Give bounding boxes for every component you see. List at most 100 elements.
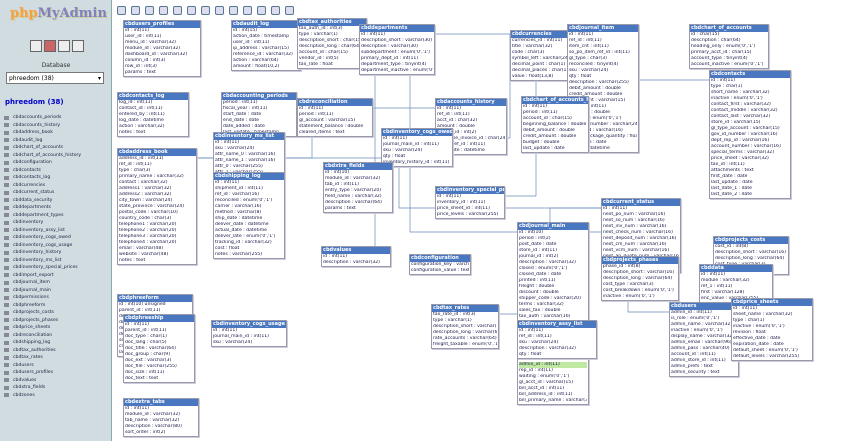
table-box[interactable]: cbdtax_authorities tax_auth_id : int(3) ty… xyxy=(297,18,367,69)
table-box-header[interactable]: cbdusers_profiles xyxy=(124,21,200,28)
docs-icon[interactable] xyxy=(72,40,84,52)
sidebar-table-item[interactable]: cbdaccounts_periods xyxy=(4,114,110,122)
table-icon[interactable] xyxy=(4,153,9,158)
table-box-header[interactable]: cbdaccounting_periods xyxy=(222,93,296,100)
table-box[interactable]: cbdconfiguration configuration_key : varc… xyxy=(409,254,471,275)
table-icon[interactable] xyxy=(4,355,9,360)
table-box-header[interactable]: cbdvalues xyxy=(322,247,390,254)
column-item[interactable]: configuration_value : text xyxy=(411,268,469,274)
column-item[interactable]: admin_security : text xyxy=(671,370,737,376)
table-icon[interactable] xyxy=(4,273,9,278)
table-icon[interactable] xyxy=(4,325,9,330)
table-icon[interactable] xyxy=(4,385,9,390)
column-item[interactable]: sku : varchar(24) xyxy=(213,340,285,346)
column-item[interactable]: amount : float(10,2) xyxy=(233,64,299,70)
column-item[interactable]: freight_taxable : enum('0','1') xyxy=(433,342,497,348)
table-icon[interactable] xyxy=(4,198,9,203)
column-item[interactable]: inventory_history_id : int(11) xyxy=(383,160,451,166)
sidebar-table-item[interactable]: cbdinventory_ms_list xyxy=(4,257,110,265)
save-position-icon[interactable] xyxy=(131,5,140,15)
sidebar-table-item[interactable]: cbddepartments xyxy=(4,204,110,212)
database-select[interactable]: phreedom (38) ▾ xyxy=(6,72,104,84)
sidebar-table-item[interactable]: cbdinventory_cogs_owed xyxy=(4,234,110,242)
table-box[interactable]: cbdinventory_special_pricesid : int(11)i… xyxy=(435,186,505,219)
column-item[interactable]: params : text xyxy=(125,70,199,76)
angular-links-icon[interactable] xyxy=(215,5,224,15)
table-box-header[interactable]: cbdinventory_ms_list xyxy=(214,133,284,140)
table-box-header[interactable]: cbdxtra_fields xyxy=(324,163,392,170)
sidebar-table-item[interactable]: cbdreconciliation xyxy=(4,332,110,340)
table-icon[interactable] xyxy=(4,243,9,248)
table-box[interactable]: cbdreconciliation id : int(11) period : in… xyxy=(297,98,373,137)
table-icon[interactable] xyxy=(4,295,9,300)
sidebar-table-item[interactable]: cbddata_security xyxy=(4,197,110,205)
sidebar-table-item[interactable]: cbdtax_authorities xyxy=(4,347,110,355)
table-icon[interactable] xyxy=(4,370,9,375)
table-box[interactable]: cbdvalues id : int(11) description : varch… xyxy=(321,246,391,267)
reload-icon[interactable] xyxy=(187,5,196,15)
table-box-header[interactable]: cbdcurrent_status xyxy=(602,199,680,206)
create-table-icon[interactable] xyxy=(145,5,154,15)
sidebar-table-item[interactable]: cbdcurrent_status xyxy=(4,189,110,197)
table-icon[interactable] xyxy=(4,168,9,173)
column-item[interactable]: bill_primary_name : varchar(32) xyxy=(519,398,587,404)
table-box-header[interactable]: cbdinventory_special_prices xyxy=(436,187,504,194)
table-icon[interactable] xyxy=(4,235,9,240)
table-icon[interactable] xyxy=(4,340,9,345)
sidebar-table-item[interactable]: cbdchart_of_accounts xyxy=(4,144,110,152)
table-box[interactable]: cbdprojects_phases phase_id : int(8) descr… xyxy=(601,256,679,301)
column-item[interactable]: last_date_2 : date xyxy=(711,192,789,198)
table-box-header[interactable]: cbdchart_of_accounts_history xyxy=(522,97,588,104)
table-icon[interactable] xyxy=(4,348,9,353)
sidebar-table-item[interactable]: cbdimport_export xyxy=(4,272,110,280)
choose-display-field-icon[interactable] xyxy=(173,5,182,15)
sidebar-table-item[interactable]: cbdusers xyxy=(4,362,110,370)
sidebar-table-item[interactable]: cbdprice_sheets xyxy=(4,324,110,332)
column-item[interactable]: price_levels : varchar(255) xyxy=(437,212,503,218)
build-query-icon[interactable] xyxy=(285,5,294,15)
sidebar-table-item[interactable]: cbdxtra_fields xyxy=(4,384,110,392)
column-item[interactable]: default_levels : varchar(255) xyxy=(733,354,811,360)
table-box[interactable]: cbdaccounting_periods period : int(11) fis… xyxy=(221,92,297,137)
column-item[interactable]: sort_order : int(2) xyxy=(125,430,197,436)
table-box-header[interactable]: cbdtax_authorities xyxy=(298,19,366,26)
table-box[interactable]: cbdjournal_main id : int(10) period : int(… xyxy=(517,222,589,405)
table-box[interactable]: cbddepartments id : int(11) description_sh… xyxy=(359,24,435,75)
sidebar-table-item[interactable]: cbddepartment_types xyxy=(4,212,110,220)
table-icon[interactable] xyxy=(4,258,9,263)
table-icon[interactable] xyxy=(4,145,9,150)
column-item[interactable]: tax_rate : float xyxy=(299,62,365,68)
table-box[interactable]: cbdinventory_ms_list id : int(11) sku : va… xyxy=(213,132,285,177)
sidebar-table-item[interactable]: cbdinventory xyxy=(4,219,110,227)
table-icon[interactable] xyxy=(4,115,9,120)
sidebar-table-item[interactable]: cbdzones xyxy=(4,392,110,400)
sidebar-table-item[interactable]: cbdaudit_log xyxy=(4,137,110,145)
sidebar-table-item[interactable]: cbdinventory_cogs_usage xyxy=(4,242,110,250)
export-pdf-icon[interactable] xyxy=(271,5,280,15)
column-item[interactable]: last_update : date xyxy=(523,146,587,152)
create-relation-icon[interactable] xyxy=(159,5,168,15)
table-box-header[interactable]: cbdaddress_book xyxy=(118,149,196,156)
table-icon[interactable] xyxy=(4,130,9,135)
table-icon[interactable] xyxy=(4,393,9,398)
column-item[interactable]: cleared_items : text xyxy=(299,130,371,136)
table-icon[interactable] xyxy=(4,123,9,128)
column-item[interactable]: account_inactive : enum('0','1') xyxy=(691,62,767,68)
help-icon[interactable] xyxy=(201,5,210,15)
sidebar-table-item[interactable]: cbdprojects_costs xyxy=(4,309,110,317)
table-icon[interactable] xyxy=(4,228,9,233)
table-icon[interactable] xyxy=(4,175,9,180)
sidebar-table-item[interactable]: cbdcurrencies xyxy=(4,182,110,190)
sidebar-table-item[interactable]: cbdcontacts xyxy=(4,167,110,175)
table-box[interactable]: cbdshipping_log id : int(11) shipment_id :… xyxy=(213,172,285,259)
table-box-header[interactable]: cbdphreeship xyxy=(124,315,194,322)
table-box[interactable]: cbdphreeship id : int(11) parent_id : int(… xyxy=(123,314,195,383)
table-box-header[interactable]: cbdinventory_cogs_owed xyxy=(382,129,452,136)
table-box-header[interactable]: cbdprice_sheets xyxy=(732,299,812,306)
sidebar-table-item[interactable]: cbdjournal_item xyxy=(4,279,110,287)
small-big-all-icon[interactable] xyxy=(243,5,252,15)
table-box-header[interactable]: cbddepartments xyxy=(360,25,434,32)
table-box-header[interactable]: cbddata xyxy=(700,265,772,272)
show-hide-left-menu-icon[interactable] xyxy=(117,5,126,15)
table-icon[interactable] xyxy=(4,265,9,270)
